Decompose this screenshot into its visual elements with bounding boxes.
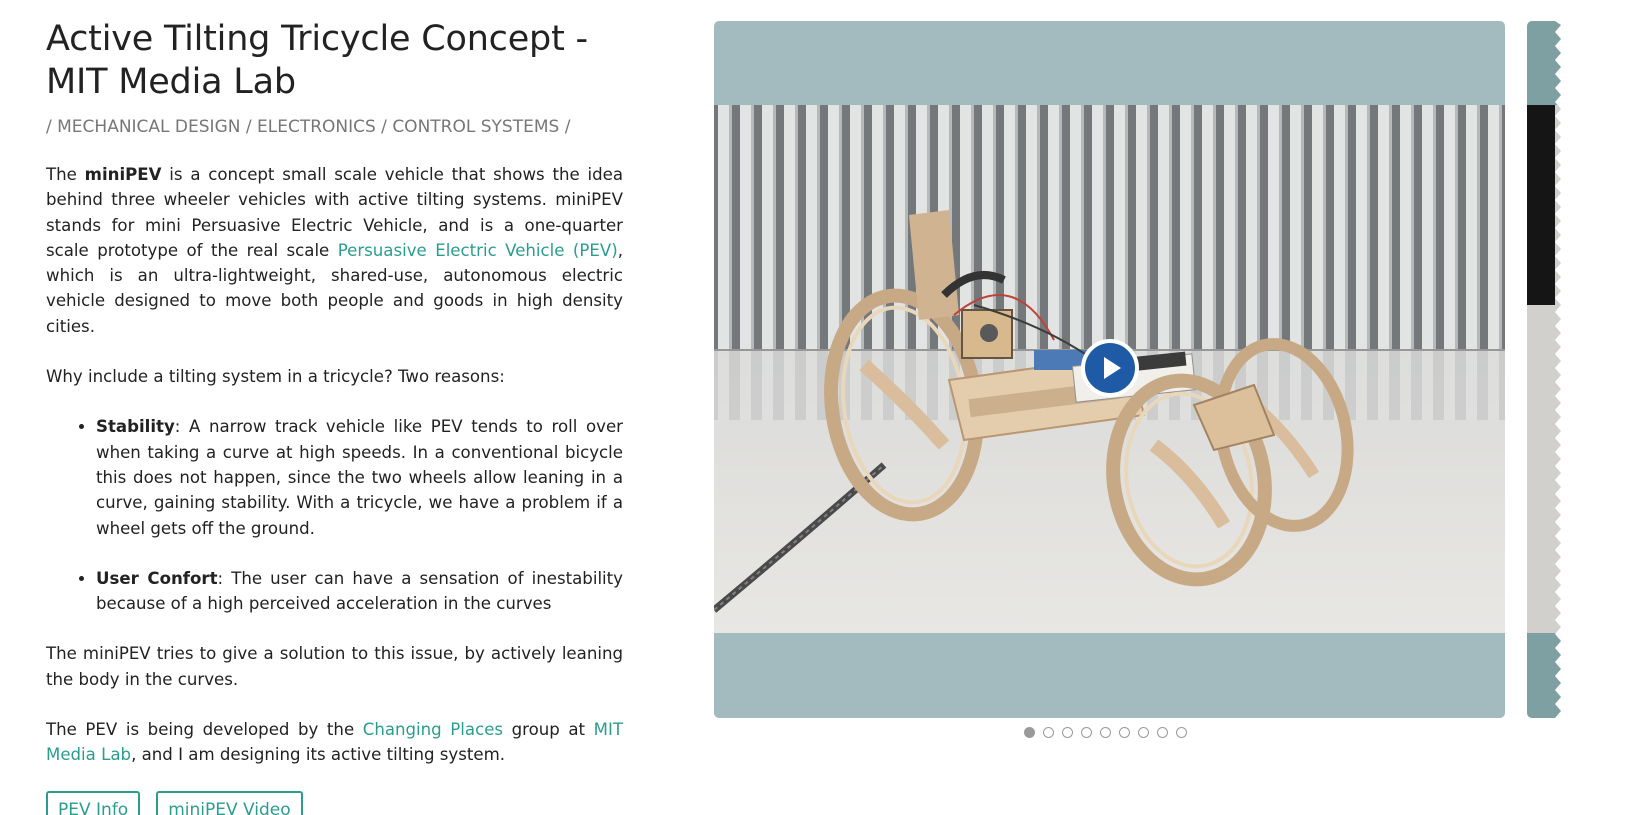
- list-item: Stability: A narrow track vehicle like P…: [96, 414, 623, 540]
- dev-text-3: , and I am designing its active tilting …: [131, 745, 506, 765]
- carousel-dot[interactable]: [1138, 727, 1149, 738]
- intro-text-1: The: [46, 165, 85, 184]
- title-line-2: MIT Media Lab: [46, 62, 296, 102]
- why-paragraph: Why include a tilting system in a tricyc…: [46, 367, 505, 387]
- play-icon: [1085, 343, 1135, 393]
- carousel-dot[interactable]: [1119, 727, 1130, 738]
- pev-info-button[interactable]: PEV Info: [46, 790, 141, 815]
- action-buttons: PEV Info miniPEV Video: [46, 790, 623, 815]
- next-slide-preview[interactable]: [1527, 21, 1567, 718]
- project-page: Active Tilting Tricycle Concept - MIT Me…: [0, 0, 1632, 815]
- list-item: User Confort: The user can have a sensat…: [96, 566, 623, 617]
- carousel-dot[interactable]: [1043, 727, 1054, 738]
- carousel-dot[interactable]: [1062, 727, 1073, 738]
- play-button[interactable]: [1081, 339, 1139, 397]
- development-paragraph: The PEV is being developed by the Changi…: [46, 717, 623, 768]
- carousel-dot[interactable]: [1157, 727, 1168, 738]
- carousel-dot[interactable]: [1176, 727, 1187, 738]
- reason-term: User Confort: [96, 568, 218, 588]
- dev-text-1: The PEV is being developed by the: [46, 720, 363, 740]
- page-title: Active Tilting Tricycle Concept - MIT Me…: [46, 18, 623, 104]
- dev-text-2: group at: [503, 720, 594, 740]
- minipev-bold: miniPEV: [84, 165, 162, 184]
- reason-term: Stability: [96, 417, 175, 437]
- carousel-dot[interactable]: [1081, 727, 1092, 738]
- carousel-dot[interactable]: [1100, 727, 1111, 738]
- minipev-video-button[interactable]: miniPEV Video: [156, 790, 303, 815]
- carousel-pagination: [1024, 727, 1187, 738]
- carousel-dot[interactable]: [1024, 727, 1035, 738]
- article-body: The miniPEV is a concept small scale veh…: [46, 162, 623, 815]
- reason-text: : A narrow track vehicle like PEV tends …: [96, 417, 623, 538]
- project-description: Active Tilting Tricycle Concept - MIT Me…: [46, 18, 623, 815]
- title-line-1: Active Tilting Tricycle Concept -: [46, 19, 588, 59]
- reasons-list: Stability: A narrow track vehicle like P…: [46, 414, 623, 616]
- changing-places-link[interactable]: Changing Places: [363, 720, 503, 739]
- pev-link[interactable]: Persuasive Electric Vehicle (PEV): [338, 241, 618, 260]
- intro-paragraph: The miniPEV is a concept small scale veh…: [46, 162, 623, 339]
- solution-paragraph: The miniPEV tries to give a solution to …: [46, 644, 623, 689]
- category-tags: / MECHANICAL DESIGN / ELECTRONICS / CONT…: [46, 117, 571, 137]
